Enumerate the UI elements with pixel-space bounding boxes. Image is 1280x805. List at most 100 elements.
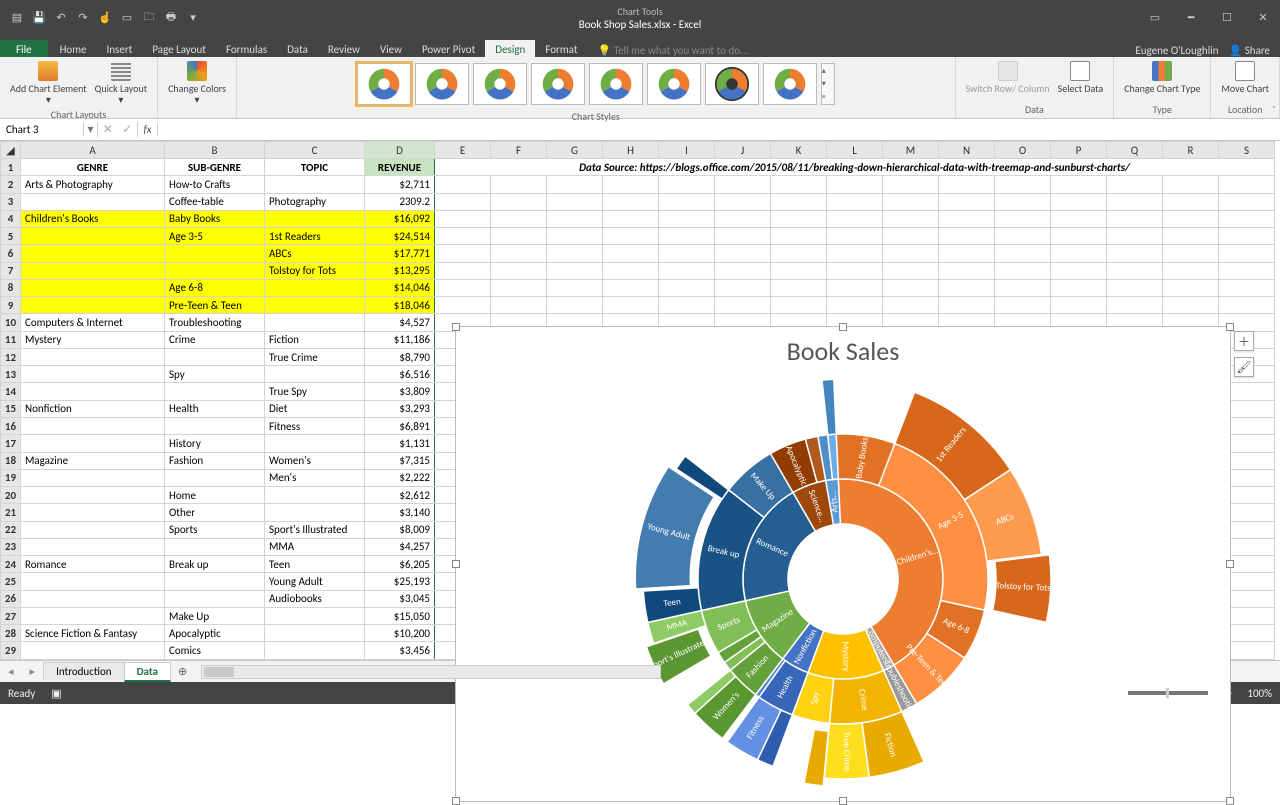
cell-D7[interactable]: $13,295 xyxy=(365,262,435,279)
cell-empty[interactable] xyxy=(827,279,883,296)
cell-empty[interactable] xyxy=(491,262,547,279)
cell-D5[interactable]: $24,514 xyxy=(365,228,435,245)
zoom-level[interactable]: 100% xyxy=(1247,687,1272,700)
zoom-slider-thumb[interactable] xyxy=(1166,688,1169,698)
cell-D18[interactable]: $7,315 xyxy=(365,452,435,469)
cell-C28[interactable] xyxy=(265,625,365,642)
cell-C14[interactable]: True Spy xyxy=(265,383,365,400)
undo-icon[interactable]: ↶ xyxy=(52,9,70,27)
cell-B28[interactable]: Apocalyptic xyxy=(165,625,265,642)
cell-empty[interactable] xyxy=(603,193,659,210)
cell-empty[interactable] xyxy=(435,228,491,245)
cell-C13[interactable] xyxy=(265,366,365,383)
cell-B29[interactable]: Comics xyxy=(165,642,265,660)
chart-styles-button[interactable]: 🖌 xyxy=(1234,357,1254,377)
cell-empty[interactable] xyxy=(1219,279,1275,296)
cell-D13[interactable]: $6,516 xyxy=(365,366,435,383)
cell-B11[interactable]: Crime xyxy=(165,331,265,348)
cell-empty[interactable] xyxy=(659,176,715,193)
cell-C2[interactable] xyxy=(265,176,365,193)
cell-B5[interactable]: Age 3-5 xyxy=(165,228,265,245)
cell-empty[interactable] xyxy=(883,297,939,314)
col-header-M[interactable]: M xyxy=(883,142,939,159)
cell-empty[interactable] xyxy=(1163,193,1219,210)
cell-A29[interactable] xyxy=(21,642,165,660)
resize-handle[interactable] xyxy=(839,797,847,805)
row-header-27[interactable]: 27 xyxy=(1,607,21,624)
cell-empty[interactable] xyxy=(939,210,995,227)
open-icon[interactable]: 🗀 xyxy=(140,9,158,27)
chart-title[interactable]: Book Sales xyxy=(456,327,1230,369)
cell-C20[interactable] xyxy=(265,487,365,504)
cell-empty[interactable] xyxy=(1051,228,1107,245)
cell-A20[interactable] xyxy=(21,487,165,504)
chart-style-1[interactable] xyxy=(357,63,411,105)
row-header-10[interactable]: 10 xyxy=(1,314,21,331)
cell-B12[interactable] xyxy=(165,348,265,365)
cell-empty[interactable] xyxy=(1107,279,1163,296)
cell-D23[interactable]: $4,257 xyxy=(365,538,435,555)
cell-C19[interactable]: Men's xyxy=(265,469,365,486)
cell-empty[interactable] xyxy=(659,210,715,227)
cell-D11[interactable]: $11,186 xyxy=(365,331,435,348)
cell-empty[interactable] xyxy=(939,176,995,193)
cell-empty[interactable] xyxy=(1107,176,1163,193)
cell-empty[interactable] xyxy=(603,176,659,193)
cell-empty[interactable] xyxy=(883,176,939,193)
cell-empty[interactable] xyxy=(1163,297,1219,314)
cell-D2[interactable]: $2,711 xyxy=(365,176,435,193)
cell-A11[interactable]: Mystery xyxy=(21,331,165,348)
col-header-I[interactable]: I xyxy=(659,142,715,159)
cell-A3[interactable] xyxy=(21,193,165,210)
cell-empty[interactable] xyxy=(715,297,771,314)
col-header-D[interactable]: D xyxy=(365,142,435,159)
cell-B17[interactable]: History xyxy=(165,435,265,452)
col-header-K[interactable]: K xyxy=(771,142,827,159)
cell-A27[interactable] xyxy=(21,607,165,624)
cell-B7[interactable] xyxy=(165,262,265,279)
cell-empty[interactable] xyxy=(715,245,771,262)
cell-B25[interactable] xyxy=(165,573,265,590)
cell-D15[interactable]: $3,293 xyxy=(365,400,435,417)
row-header-3[interactable]: 3 xyxy=(1,193,21,210)
cell-A12[interactable] xyxy=(21,348,165,365)
cell-D9[interactable]: $18,046 xyxy=(365,297,435,314)
col-header-H[interactable]: H xyxy=(603,142,659,159)
cell-empty[interactable] xyxy=(603,297,659,314)
cell-empty[interactable] xyxy=(547,193,603,210)
chart-style-4[interactable] xyxy=(531,63,585,105)
select-all-button[interactable]: ◢ xyxy=(1,142,21,159)
cell-A18[interactable]: Magazine xyxy=(21,452,165,469)
save-icon[interactable]: 💾 xyxy=(30,9,48,27)
cell-A5[interactable] xyxy=(21,228,165,245)
row-header-19[interactable]: 19 xyxy=(1,469,21,486)
chart-style-6[interactable] xyxy=(647,63,701,105)
cell-empty[interactable] xyxy=(771,210,827,227)
cell-empty[interactable] xyxy=(883,210,939,227)
row-header-12[interactable]: 12 xyxy=(1,348,21,365)
cell-C5[interactable]: 1st Readers xyxy=(265,228,365,245)
maximize-button[interactable]: ☐ xyxy=(1210,4,1244,32)
cell-empty[interactable] xyxy=(715,193,771,210)
cell-D21[interactable]: $3,140 xyxy=(365,504,435,521)
row-header-2[interactable]: 2 xyxy=(1,176,21,193)
row-header-7[interactable]: 7 xyxy=(1,262,21,279)
cell-empty[interactable] xyxy=(1219,297,1275,314)
cell-empty[interactable] xyxy=(1051,245,1107,262)
cell-empty[interactable] xyxy=(995,279,1051,296)
cell-B14[interactable] xyxy=(165,383,265,400)
col-header-C[interactable]: C xyxy=(265,142,365,159)
cell-empty[interactable] xyxy=(1163,279,1219,296)
cell-D25[interactable]: $25,193 xyxy=(365,573,435,590)
cell-C21[interactable] xyxy=(265,504,365,521)
cell-B16[interactable] xyxy=(165,417,265,434)
scrollbar-thumb[interactable] xyxy=(204,667,234,677)
data-source-text[interactable]: Data Source: https://blogs.office.com/20… xyxy=(435,159,1275,176)
row-header-6[interactable]: 6 xyxy=(1,245,21,262)
cell-empty[interactable] xyxy=(491,245,547,262)
sheet-tab-introduction[interactable]: Introduction xyxy=(43,662,125,680)
cell-B10[interactable]: Troubleshooting xyxy=(165,314,265,331)
cell-empty[interactable] xyxy=(995,245,1051,262)
cell-empty[interactable] xyxy=(939,279,995,296)
cell-empty[interactable] xyxy=(939,193,995,210)
